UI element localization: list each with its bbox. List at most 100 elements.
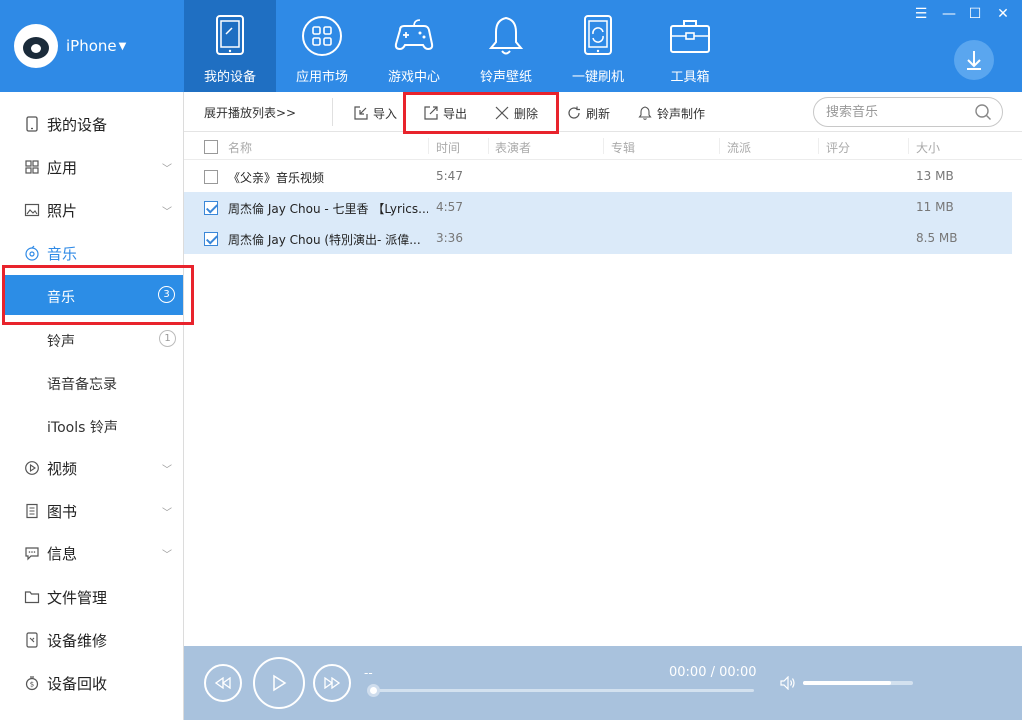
- column-divider: [908, 138, 909, 154]
- sidebar-item-my-device[interactable]: 我的设备: [0, 105, 184, 143]
- itools-logo-icon: [14, 24, 58, 68]
- sidebar-item-books[interactable]: 图书 ﹀: [0, 492, 184, 530]
- fast-forward-icon: [324, 677, 340, 689]
- tab-game-center[interactable]: 游戏中心: [368, 0, 460, 92]
- sidebar-item-video[interactable]: 视频 ﹀: [0, 449, 184, 487]
- column-header-genre[interactable]: 流派: [727, 139, 751, 156]
- sidebar-item-label: 设备回收: [47, 674, 108, 693]
- message-icon: [25, 547, 39, 561]
- sidebar-item-music[interactable]: 音乐: [0, 234, 184, 272]
- row-checkbox[interactable]: [204, 232, 218, 246]
- tab-label: 应用市场: [295, 70, 348, 85]
- search-icon[interactable]: [974, 103, 992, 121]
- next-button[interactable]: [313, 664, 351, 702]
- progress-handle[interactable]: [367, 684, 380, 697]
- refresh-button[interactable]: 刷新: [567, 103, 610, 123]
- close-icon[interactable]: ✕: [992, 6, 1014, 24]
- import-label: 导入: [373, 106, 398, 121]
- sidebar-item-file-manager[interactable]: 文件管理: [0, 578, 184, 616]
- volume-slider[interactable]: [803, 681, 913, 685]
- column-header-name[interactable]: 名称: [228, 139, 252, 156]
- sidebar-item-apps[interactable]: 应用 ﹀: [0, 148, 184, 186]
- progress-bar[interactable]: [370, 689, 754, 692]
- column-header-album[interactable]: 专辑: [611, 139, 635, 156]
- previous-button[interactable]: [204, 664, 242, 702]
- sidebar-subitem-label: 音乐: [47, 290, 75, 306]
- export-label: 导出: [443, 106, 468, 121]
- sidebar-subitem-voice-memo[interactable]: 语音备忘录: [0, 362, 184, 402]
- import-button[interactable]: 导入: [354, 103, 397, 123]
- sidebar-item-label: 我的设备: [47, 115, 108, 134]
- ringtone-maker-button[interactable]: 铃声制作: [638, 103, 705, 123]
- sidebar-subitem-ringtone[interactable]: 铃声 1: [0, 319, 184, 359]
- table-row[interactable]: 周杰倫 Jay Chou (特別演出- 派偉... 3:36 8.5 MB: [184, 223, 1012, 254]
- export-icon: [424, 106, 438, 120]
- column-divider: [818, 138, 819, 154]
- toolbar-divider: [332, 98, 333, 126]
- select-all-checkbox[interactable]: [204, 140, 218, 154]
- sidebar-item-label: 设备维修: [47, 631, 108, 650]
- refresh-icon: [568, 106, 580, 119]
- delete-button[interactable]: 删除: [495, 103, 538, 123]
- minimize-icon[interactable]: —: [938, 6, 960, 24]
- refresh-label: 刷新: [586, 106, 611, 121]
- sidebar-item-label: 图书: [47, 502, 78, 521]
- table-row[interactable]: 周杰倫 Jay Chou - 七里香 【Lyrics... 4:57 11 MB: [184, 192, 1012, 223]
- tab-toolbox[interactable]: 工具箱: [644, 0, 736, 92]
- rewind-icon: [215, 677, 231, 689]
- row-time: 5:47: [436, 169, 463, 183]
- track-title: --: [364, 666, 373, 680]
- sidebar-item-device-repair[interactable]: 设备维修: [0, 621, 184, 659]
- tab-label: 工具箱: [670, 70, 710, 85]
- count-badge: 3: [158, 286, 175, 303]
- menu-icon[interactable]: ☰: [910, 6, 932, 24]
- column-header-rating[interactable]: 评分: [826, 139, 850, 156]
- device-name: iPhone: [66, 37, 117, 55]
- volume-icon[interactable]: [780, 676, 796, 690]
- row-time: 3:36: [436, 231, 463, 245]
- tab-ringtone-wallpaper[interactable]: 铃声壁纸: [460, 0, 552, 92]
- tab-label: 铃声壁纸: [479, 70, 532, 85]
- music-player: -- 00:00 / 00:00: [184, 646, 1022, 720]
- sidebar: 我的设备 应用 ﹀ 照片 ﹀ 音乐 音乐 3 铃声 1 语音备忘录 iTools…: [0, 92, 184, 720]
- sidebar-subitem-label: 语音备忘录: [47, 377, 117, 393]
- row-size: 8.5 MB: [916, 231, 958, 245]
- phone-refresh-icon: [584, 15, 612, 55]
- column-header-artist[interactable]: 表演者: [495, 139, 531, 156]
- sidebar-item-label: 文件管理: [47, 588, 108, 607]
- row-checkbox[interactable]: [204, 201, 218, 215]
- column-divider: [603, 138, 604, 154]
- play-button[interactable]: [253, 657, 305, 709]
- delete-label: 删除: [514, 106, 539, 121]
- tab-label: 游戏中心: [387, 70, 440, 85]
- export-button[interactable]: 导出: [424, 103, 467, 123]
- apps-grid-icon: [302, 16, 342, 56]
- sidebar-item-label: 信息: [47, 544, 78, 563]
- device-selector[interactable]: iPhone ▼: [0, 0, 184, 92]
- sidebar-subitem-itools-ringtone[interactable]: iTools 铃声: [0, 405, 184, 445]
- gamepad-icon: [394, 19, 434, 51]
- tab-app-market[interactable]: 应用市场: [276, 0, 368, 92]
- column-header-size[interactable]: 大小: [916, 139, 940, 156]
- maximize-icon[interactable]: ☐: [964, 6, 986, 24]
- photo-icon: [24, 203, 40, 217]
- column-header-time[interactable]: 时间: [436, 139, 460, 156]
- book-icon: [26, 503, 38, 519]
- sidebar-item-photos[interactable]: 照片 ﹀: [0, 191, 184, 229]
- tab-my-device[interactable]: 我的设备: [184, 0, 276, 92]
- expand-playlist-link[interactable]: 展开播放列表>>: [204, 104, 296, 121]
- video-icon: [25, 461, 39, 475]
- row-time: 4:57: [436, 200, 463, 214]
- sidebar-item-device-recycle[interactable]: $ 设备回收: [0, 664, 184, 702]
- top-header: iPhone ▼ 我的设备 应用市场 游戏中心 铃声壁纸 一键刷机 工具箱 ☰ …: [0, 0, 1022, 92]
- sidebar-subitem-music[interactable]: 音乐 3: [4, 275, 183, 315]
- table-row[interactable]: 《父亲》音乐视频 5:47 13 MB: [184, 161, 1012, 192]
- download-button[interactable]: [954, 40, 994, 80]
- tab-one-click-flash[interactable]: 一键刷机: [552, 0, 644, 92]
- play-icon: [273, 674, 287, 692]
- chevron-down-icon: ﹀: [162, 164, 172, 175]
- row-size: 13 MB: [916, 169, 954, 183]
- svg-text:$: $: [30, 681, 34, 689]
- sidebar-item-messages[interactable]: 信息 ﹀: [0, 534, 184, 572]
- row-checkbox[interactable]: [204, 170, 218, 184]
